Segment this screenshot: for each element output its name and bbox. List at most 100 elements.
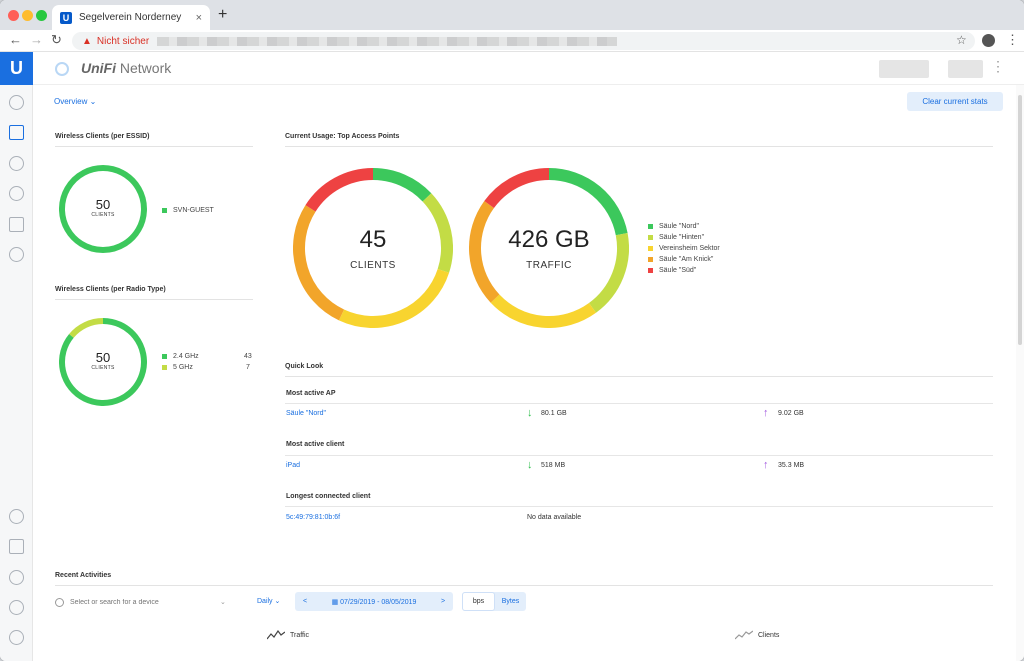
legend-label: Säule "Am Knick" (659, 256, 714, 263)
legend-item: 2.4 GHz 43 (162, 351, 252, 362)
divider (285, 455, 993, 456)
next-range-button[interactable]: > (433, 598, 453, 605)
statistics-icon[interactable] (9, 125, 24, 140)
events-calendar-icon[interactable] (9, 539, 24, 554)
legend-item: Säule "Süd" (648, 265, 720, 276)
device-search[interactable]: ⌄ (55, 594, 239, 610)
browser-tab[interactable]: U Segelverein Norderney × (52, 5, 210, 30)
clients-chart-title: Clients (758, 631, 780, 639)
map-icon[interactable] (9, 156, 24, 171)
radio-unit: CLIENTS (91, 365, 115, 371)
page-scrollbar[interactable] (1016, 85, 1024, 661)
chevron-down-icon: ⌄ (89, 97, 97, 106)
clients-total: 45 (359, 226, 387, 253)
alerts-bell-icon[interactable] (9, 570, 24, 585)
legend-swatch (648, 257, 653, 262)
upload-arrow-icon: ↑ (763, 459, 769, 471)
tab-close-icon[interactable]: × (196, 12, 202, 24)
traffic-total: 426 GB (508, 226, 590, 253)
legend-label: Säule "Hinten" (659, 234, 705, 241)
donut-segment-s-ule-nord-[interactable] (372, 168, 432, 202)
close-window-button[interactable] (8, 10, 19, 21)
device-search-input[interactable] (70, 598, 220, 606)
legend-item: Säule "Am Knick" (648, 254, 720, 265)
app-brand: UniFi Network (81, 60, 171, 76)
date-range-display[interactable]: ▦ 07/29/2019 - 08/05/2019 (315, 598, 433, 606)
legend-count: 43 (244, 353, 252, 360)
insights-icon[interactable] (9, 247, 24, 262)
donut-segment-s-ule-s-d-[interactable] (484, 168, 550, 209)
most-active-ap-label: Most active AP (286, 390, 336, 397)
security-status: Nicht sicher (96, 35, 150, 47)
most-active-ap-link[interactable]: Säule "Nord" (286, 410, 326, 417)
clients-icon[interactable] (9, 217, 24, 232)
quick-look-title: Quick Look (285, 363, 993, 377)
donut-segment-s-ule-s-d-[interactable] (305, 168, 374, 212)
longest-client-link[interactable]: 5c:49:79:81:0b:6f (286, 514, 340, 521)
forward-arrow-icon[interactable]: → (30, 32, 43, 48)
legend-item: Säule "Hinten" (648, 232, 720, 243)
minimize-window-button[interactable] (22, 10, 33, 21)
essid-donut-label: 50 CLIENTS (59, 197, 147, 218)
usage-section-title: Current Usage: Top Access Points (285, 133, 993, 147)
bookmark-star-icon[interactable]: ☆ (956, 33, 967, 47)
donut-segment-vereinsheim-sektor[interactable] (490, 294, 597, 328)
radio-section-title: Wireless Clients (per Radio Type) (55, 286, 253, 300)
settings-gear-icon[interactable] (9, 630, 24, 645)
legend-label: 5 GHz (173, 364, 193, 371)
redacted-user (948, 60, 983, 78)
divider (285, 403, 993, 404)
divider (285, 506, 993, 507)
dashboard-icon[interactable] (9, 95, 24, 110)
info-icon[interactable] (9, 509, 24, 524)
legend-item: Vereinsheim Sektor (648, 243, 720, 254)
new-tab-button[interactable]: + (218, 6, 227, 24)
legend-item: Säule "Nord" (648, 221, 720, 232)
traffic-chart-label: Traffic (267, 630, 309, 640)
essid-unit: CLIENTS (91, 212, 115, 218)
radio-legend: 2.4 GHz 43 5 GHz 7 (162, 351, 252, 373)
browser-menu-icon[interactable]: ⋮ (1006, 32, 1019, 48)
unit-bytes-button[interactable]: Bytes (495, 592, 526, 611)
date-range-value: 07/29/2019 - 08/05/2019 (340, 598, 417, 606)
chevron-down-icon: ⌄ (274, 598, 281, 605)
legend-label: Vereinsheim Sektor (659, 245, 720, 252)
unit-bps-button[interactable]: bps (462, 592, 495, 611)
url-input[interactable]: ▲ Nicht sicher (72, 32, 975, 50)
tab-title: Segelverein Norderney (79, 12, 182, 23)
reload-icon[interactable]: ↻ (51, 32, 62, 48)
scrollbar-thumb[interactable] (1018, 95, 1022, 345)
view-label: Overview (54, 97, 88, 106)
essid-section-title: Wireless Clients (per ESSID) (55, 133, 253, 147)
devices-icon[interactable] (9, 186, 24, 201)
account-avatar-icon[interactable] (982, 34, 995, 47)
previous-range-button[interactable]: < (295, 598, 315, 605)
download-arrow-icon: ↓ (527, 407, 533, 419)
calendar-icon: ▦ (331, 598, 339, 606)
view-selector[interactable]: Overview ⌄ (54, 97, 96, 106)
most-active-client-link[interactable]: iPad (286, 462, 300, 469)
legend-item: SVN-GUEST (162, 205, 214, 216)
back-arrow-icon[interactable]: ← (9, 32, 22, 48)
address-bar: ← → ↻ ▲ Nicht sicher ☆ ⋮ (0, 30, 1024, 52)
legend-swatch (162, 365, 167, 370)
maximize-window-button[interactable] (36, 10, 47, 21)
redacted-url (157, 36, 618, 46)
chat-icon[interactable] (9, 600, 24, 615)
clients-chart-label: Clients (735, 630, 779, 640)
clear-stats-button[interactable]: Clear current stats (907, 92, 1003, 111)
chevron-down-icon[interactable]: ⌄ (220, 598, 226, 606)
most-active-client-label: Most active client (286, 441, 345, 448)
interval-selector[interactable]: Daily ⌄ (257, 597, 280, 605)
usage-legend: Säule "Nord" Säule "Hinten" Vereinsheim … (648, 221, 720, 276)
donut-segment-vereinsheim-sektor[interactable] (338, 268, 450, 328)
donut-segment-5-ghz[interactable] (69, 318, 104, 338)
legend-swatch (648, 268, 653, 273)
client-upload-value: 35.3 MB (778, 462, 805, 469)
legend-swatch (648, 224, 653, 229)
app-menu-icon[interactable]: ⋮ (991, 58, 1005, 75)
unifi-logo-icon[interactable]: U (0, 52, 33, 85)
upload-arrow-icon: ↑ (763, 407, 769, 419)
download-arrow-icon: ↓ (527, 459, 533, 471)
unifi-ring-icon (55, 62, 69, 76)
